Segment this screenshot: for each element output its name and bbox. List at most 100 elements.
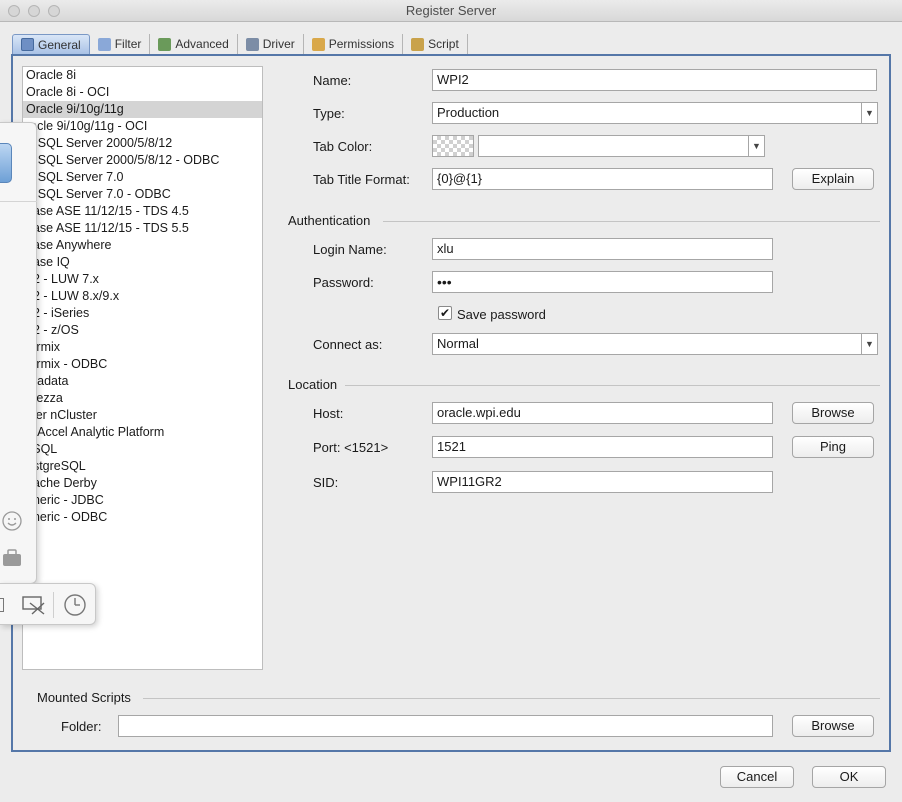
folder-field[interactable] — [118, 715, 773, 737]
login-name-field[interactable]: xlu — [432, 238, 773, 260]
type-label: Type: — [313, 106, 345, 121]
list-item[interactable]: 32 - z/OS — [23, 322, 262, 339]
driver-icon — [245, 37, 259, 51]
authentication-section: Authentication — [288, 214, 880, 228]
tab-bar: General Filter Advanced Driver Permissio… — [12, 34, 468, 54]
minimize-window-button[interactable] — [28, 5, 40, 17]
list-item[interactable]: eneric - ODBC — [23, 509, 262, 526]
sid-field[interactable]: WPI11GR2 — [432, 471, 773, 493]
name-field[interactable]: WPI2 — [432, 69, 877, 91]
tab-advanced[interactable]: Advanced — [150, 34, 238, 54]
folder-browse-button[interactable]: Browse — [792, 715, 874, 737]
list-item[interactable]: etezza — [23, 390, 262, 407]
toolbar-divider — [53, 592, 54, 618]
window-title: Register Server — [405, 3, 497, 18]
list-item[interactable]: formix — [23, 339, 262, 356]
location-heading: Location — [288, 377, 338, 392]
list-item[interactable]: formix - ODBC — [23, 356, 262, 373]
login-name-label: Login Name: — [313, 242, 387, 257]
location-section: Location — [288, 378, 880, 392]
tab-filter[interactable]: Filter — [90, 34, 151, 54]
connect-as-label: Connect as: — [313, 337, 383, 352]
tab-permissions-label: Permissions — [328, 37, 395, 51]
tab-color-select[interactable]: ▼ — [478, 135, 765, 157]
briefcase-icon[interactable] — [1, 548, 23, 568]
tab-general[interactable]: General — [12, 34, 90, 54]
zoom-window-button[interactable] — [48, 5, 60, 17]
list-item[interactable]: eradata — [23, 373, 262, 390]
list-item[interactable]: Oracle 8i - OCI — [23, 84, 262, 101]
close-window-button[interactable] — [8, 5, 20, 17]
list-item[interactable]: Oracle 9i/10g/11g — [23, 101, 262, 118]
tab-title-format-field[interactable]: {0}@{1} — [432, 168, 773, 190]
tab-title-format-label: Tab Title Format: — [313, 172, 410, 187]
connect-as-value: Normal — [437, 336, 479, 351]
clock-icon[interactable] — [63, 593, 87, 617]
tab-color-swatch[interactable] — [432, 135, 474, 157]
port-field[interactable]: 1521 — [432, 436, 773, 458]
connect-as-select[interactable]: Normal ▼ — [432, 333, 878, 355]
palette-divider — [0, 201, 37, 202]
save-password-label: Save password — [457, 307, 546, 322]
host-field[interactable]: oracle.wpi.edu — [432, 402, 773, 424]
cancel-button[interactable]: Cancel — [720, 766, 794, 788]
tab-general-label: General — [38, 37, 81, 52]
list-item[interactable]: eneric - JDBC — [23, 492, 262, 509]
list-item[interactable]: pache Derby — [23, 475, 262, 492]
section-divider — [345, 385, 880, 386]
list-item[interactable]: 32 - LUW 8.x/9.x — [23, 288, 262, 305]
host-browse-button[interactable]: Browse — [792, 402, 874, 424]
explain-button[interactable]: Explain — [792, 168, 874, 190]
password-field[interactable]: ••• — [432, 271, 773, 293]
name-label: Name: — [313, 73, 352, 88]
floating-palette — [0, 122, 37, 584]
type-select[interactable]: Production ▼ — [432, 102, 878, 124]
list-item[interactable]: ySQL — [23, 441, 262, 458]
tab-permissions[interactable]: Permissions — [304, 34, 404, 54]
list-item[interactable]: base IQ — [23, 254, 262, 271]
advanced-icon — [158, 37, 172, 51]
list-item[interactable]: ostgreSQL — [23, 458, 262, 475]
list-item[interactable]: S SQL Server 7.0 - ODBC — [23, 186, 262, 203]
list-item[interactable]: 32 - iSeries — [23, 305, 262, 322]
tab-driver[interactable]: Driver — [238, 34, 304, 54]
list-item[interactable]: 32 - LUW 7.x — [23, 271, 262, 288]
tab-advanced-label: Advanced — [175, 37, 229, 51]
toolbar-partial-icon[interactable] — [0, 598, 4, 612]
password-label: Password: — [313, 275, 374, 290]
list-item[interactable]: ster nCluster — [23, 407, 262, 424]
tab-color-label: Tab Color: — [313, 139, 373, 154]
list-item[interactable]: S SQL Server 2000/5/8/12 - ODBC — [23, 152, 262, 169]
tab-filter-label: Filter — [114, 37, 142, 51]
sid-label: SID: — [313, 475, 339, 490]
tab-driver-label: Driver — [262, 37, 295, 51]
list-item[interactable]: base Anywhere — [23, 237, 262, 254]
ping-button[interactable]: Ping — [792, 436, 874, 458]
ok-button[interactable]: OK — [812, 766, 886, 788]
section-divider — [383, 221, 880, 222]
list-item[interactable]: base ASE 11/12/15 - TDS 4.5 — [23, 203, 262, 220]
server-type-list[interactable]: Oracle 8i Oracle 8i - OCI Oracle 9i/10g/11… — [22, 66, 263, 670]
list-item[interactable]: S SQL Server 7.0 — [23, 169, 262, 186]
host-label: Host: — [313, 406, 344, 421]
list-item[interactable]: base ASE 11/12/15 - TDS 5.5 — [23, 220, 262, 237]
port-label: Port: <1521> — [313, 440, 389, 455]
floating-toolbar — [0, 583, 96, 625]
palette-icon[interactable] — [0, 143, 12, 183]
smiley-icon[interactable] — [1, 510, 23, 532]
type-select-value: Production — [437, 105, 500, 120]
list-item[interactable]: Oracle 8i — [23, 67, 262, 84]
list-item[interactable]: S SQL Server 2000/5/8/12 — [23, 135, 262, 152]
list-item[interactable]: arAccel Analytic Platform — [23, 424, 262, 441]
save-password-checkbox[interactable]: ✔ — [438, 306, 452, 320]
permissions-icon — [311, 37, 325, 51]
list-item[interactable]: racle 9i/10g/11g - OCI — [23, 118, 262, 135]
tab-script[interactable]: Script — [403, 34, 468, 54]
section-divider — [143, 698, 880, 699]
script-icon — [411, 37, 425, 51]
folder-label: Folder: — [61, 719, 102, 734]
chevron-down-icon: ▼ — [861, 103, 877, 123]
mounted-scripts-section: Mounted Scripts — [37, 691, 880, 705]
chevron-down-icon: ▼ — [861, 334, 877, 354]
screen-cut-icon[interactable] — [22, 594, 46, 616]
